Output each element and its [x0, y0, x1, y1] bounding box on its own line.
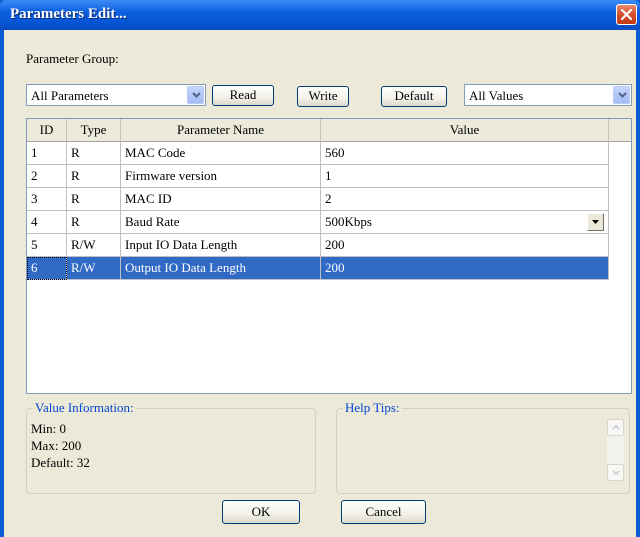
title-bar[interactable]: Parameters Edit... [0, 0, 640, 30]
cell-id: 1 [27, 142, 67, 165]
cell-value[interactable]: 200 [321, 234, 609, 257]
values-filter-select[interactable]: All Values [464, 84, 632, 106]
parameter-group-value: All Parameters [31, 88, 109, 103]
window-title: Parameters Edit... [10, 6, 127, 22]
cell-type: R [67, 211, 121, 234]
cell-name: Output IO Data Length [121, 257, 321, 280]
cell-name: Firmware version [121, 165, 321, 188]
table-row-selected[interactable]: 6 R/W Output IO Data Length 200 [27, 257, 609, 280]
cell-id: 3 [27, 188, 67, 211]
help-tips-group: Help Tips: [336, 400, 630, 494]
scroll-up-icon[interactable] [607, 419, 624, 436]
dialog-window: Parameters Edit... Parameter Group: All … [0, 0, 640, 537]
cell-id: 6 [27, 257, 67, 280]
value-default: Default: 32 [31, 455, 90, 470]
cell-id: 4 [27, 211, 67, 234]
column-header-parameter-name[interactable]: Parameter Name [121, 119, 321, 141]
cell-name: MAC Code [121, 142, 321, 165]
cell-name: Input IO Data Length [121, 234, 321, 257]
parameter-table[interactable]: ID Type Parameter Name Value 1 R MAC Cod… [26, 118, 632, 394]
dialog-client: Parameter Group: All Parameters Read Wri… [4, 30, 636, 537]
column-header-value[interactable]: Value [321, 119, 609, 141]
close-icon [620, 8, 633, 21]
help-tips-title: Help Tips: [343, 400, 402, 416]
chevron-down-icon[interactable] [613, 86, 630, 104]
cell-value-dropdown[interactable]: 500Kbps [321, 211, 609, 234]
table-row[interactable]: 2 R Firmware version 1 [27, 165, 609, 188]
table-row[interactable]: 1 R MAC Code 560 [27, 142, 609, 165]
scroll-down-icon[interactable] [607, 464, 624, 481]
cell-value[interactable]: 560 [321, 142, 609, 165]
parameter-group-label: Parameter Group: [26, 51, 119, 66]
cell-value: 500Kbps [325, 214, 372, 229]
cell-type: R [67, 188, 121, 211]
value-max: Max: 200 [31, 438, 82, 453]
cancel-button[interactable]: Cancel [341, 500, 426, 524]
dropdown-arrow-icon[interactable] [587, 213, 604, 231]
table-row[interactable]: 4 R Baud Rate 500Kbps [27, 211, 609, 234]
cell-type: R/W [67, 257, 121, 280]
read-button[interactable]: Read [212, 85, 274, 106]
value-information-group: Value Information: Min: 0 Max: 200 Defau… [26, 400, 316, 494]
table-row[interactable]: 5 R/W Input IO Data Length 200 [27, 234, 609, 257]
cell-value[interactable]: 1 [321, 165, 609, 188]
cell-id: 5 [27, 234, 67, 257]
cell-name: Baud Rate [121, 211, 321, 234]
value-information-title: Value Information: [33, 400, 136, 416]
column-header-type[interactable]: Type [67, 119, 121, 141]
column-header-id[interactable]: ID [27, 119, 67, 141]
cell-value[interactable]: 200 [321, 257, 609, 280]
cell-type: R [67, 142, 121, 165]
parameter-group-select[interactable]: All Parameters [26, 84, 206, 106]
chevron-down-icon[interactable] [187, 86, 204, 104]
cell-name: MAC ID [121, 188, 321, 211]
default-button[interactable]: Default [381, 86, 447, 107]
ok-button[interactable]: OK [222, 500, 300, 524]
table-row[interactable]: 3 R MAC ID 2 [27, 188, 609, 211]
cell-value[interactable]: 2 [321, 188, 609, 211]
table-header: ID Type Parameter Name Value [27, 119, 631, 142]
write-button[interactable]: Write [297, 86, 349, 107]
values-filter-value: All Values [469, 88, 524, 103]
value-min: Min: 0 [31, 421, 67, 436]
cell-type: R/W [67, 234, 121, 257]
cell-type: R [67, 165, 121, 188]
close-button[interactable] [616, 4, 637, 25]
cell-id: 2 [27, 165, 67, 188]
help-tips-scrollbar[interactable] [607, 419, 624, 481]
